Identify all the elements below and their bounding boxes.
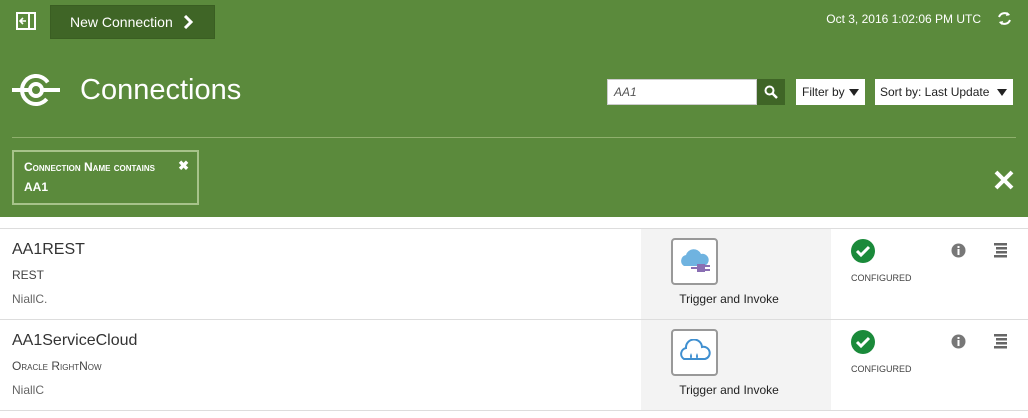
active-filter-chip: Connection Name contains AA1 ✖ [12, 150, 199, 205]
connection-name[interactable]: AA1REST [12, 241, 85, 259]
list-item[interactable]: AA1ServiceCloud Oracle RightNow NiallC T… [0, 320, 1028, 411]
filter-by-label: Filter by [802, 85, 845, 99]
header-divider [12, 137, 1016, 138]
connections-list: AA1REST REST NiallC. Trigger and Invoke … [0, 228, 1028, 411]
connection-owner: NiallC [12, 383, 45, 397]
rest-adapter-icon [671, 238, 718, 285]
sort-by-label: Sort by: Last Update [880, 85, 990, 99]
panel-toggle-icon[interactable] [16, 12, 36, 30]
filter-chip-value: AA1 [24, 180, 49, 194]
search-icon [764, 85, 778, 99]
new-connection-label: New Connection [70, 14, 173, 30]
new-connection-button[interactable]: New Connection [50, 5, 215, 39]
caret-down-icon [849, 89, 859, 96]
role-cell: Trigger and Invoke [641, 229, 831, 319]
check-circle-icon [851, 330, 875, 354]
rightnow-adapter-icon [671, 329, 718, 376]
caret-down-icon [997, 89, 1007, 96]
role-cell: Trigger and Invoke [641, 320, 831, 410]
info-icon[interactable] [951, 243, 966, 258]
status-label: CONFIGURED [851, 364, 912, 374]
search-button[interactable] [757, 79, 785, 105]
page-title: Connections [80, 74, 242, 106]
check-circle-icon [851, 239, 875, 263]
menu-icon[interactable] [994, 334, 1007, 349]
sort-by-dropdown[interactable]: Sort by: Last Update [875, 79, 1013, 105]
role-label: Trigger and Invoke [679, 292, 779, 306]
menu-icon[interactable] [994, 243, 1007, 258]
remove-filter-icon[interactable]: ✖ [178, 158, 189, 174]
status-label: CONFIGURED [851, 273, 912, 283]
filter-chip-label: Connection Name contains [24, 160, 155, 174]
connection-type: Oracle RightNow [12, 359, 102, 373]
header-bar: New Connection Oct 3, 2016 1:02:06 PM UT… [0, 0, 1028, 217]
connections-logo-icon [12, 74, 60, 106]
connection-owner: NiallC. [12, 292, 48, 306]
clear-filters-icon[interactable] [993, 169, 1015, 191]
chevron-right-icon [183, 15, 193, 29]
search-input[interactable]: AA1 [607, 79, 757, 105]
info-icon[interactable] [951, 334, 966, 349]
connection-type: REST [12, 268, 45, 282]
filter-by-dropdown[interactable]: Filter by [796, 79, 865, 105]
connection-name[interactable]: AA1ServiceCloud [12, 332, 137, 350]
list-item[interactable]: AA1REST REST NiallC. Trigger and Invoke … [0, 229, 1028, 320]
role-label: Trigger and Invoke [679, 383, 779, 397]
refresh-icon[interactable] [996, 10, 1013, 27]
timestamp: Oct 3, 2016 1:02:06 PM UTC [826, 12, 981, 26]
